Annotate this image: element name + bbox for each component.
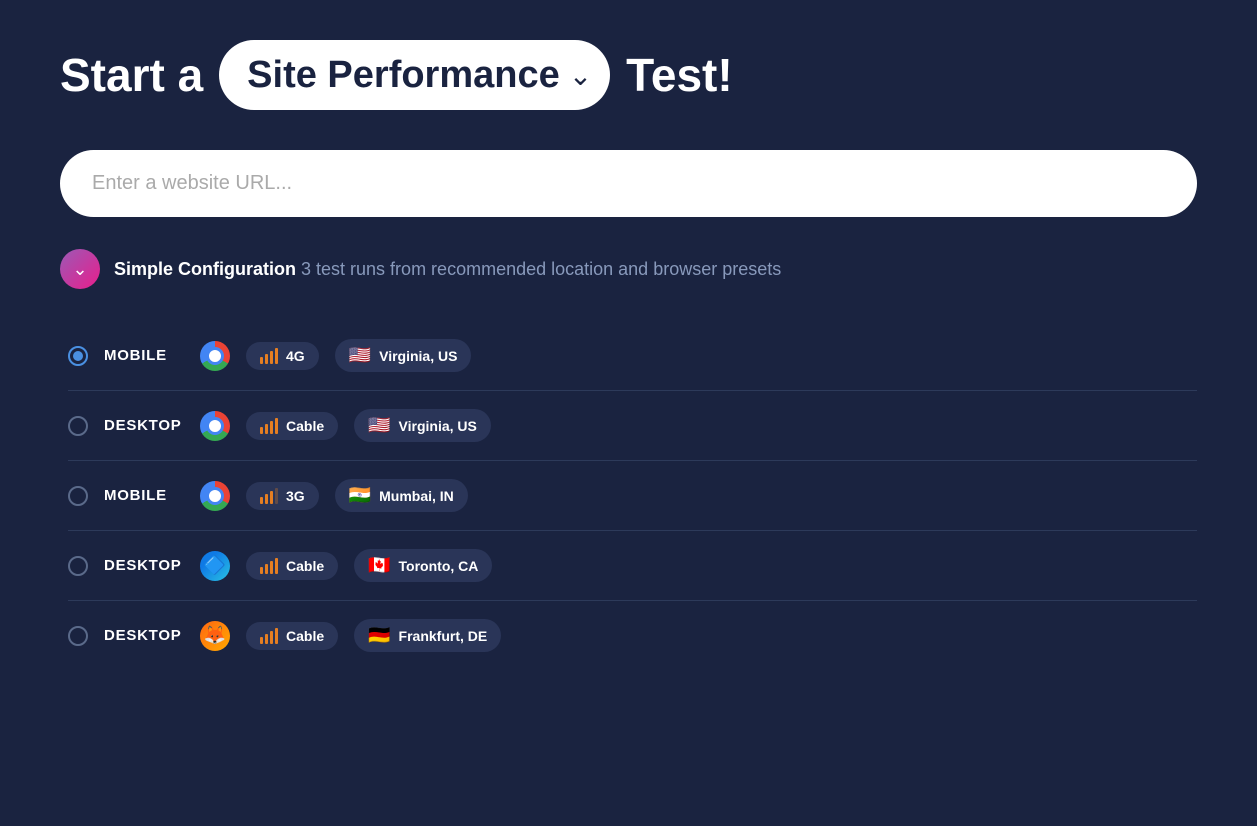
location-label-4: Toronto, CA	[399, 558, 479, 574]
simple-config-sub-text: 3 test runs from recommended location an…	[301, 259, 781, 279]
location-badge-4: 🇨🇦 Toronto, CA	[354, 549, 492, 582]
connection-label-5: Cable	[286, 628, 324, 644]
connection-label-2: Cable	[286, 418, 324, 434]
flag-icon-3: 🇮🇳	[349, 485, 371, 506]
test-type-dropdown-wrapper[interactable]: Site PerformanceTracerouteDNS LookupPing…	[219, 40, 610, 110]
signal-icon	[260, 348, 278, 364]
radio-button-4[interactable]	[68, 556, 88, 576]
location-label-1: Virginia, US	[379, 348, 457, 364]
page-header: Start a Site PerformanceTracerouteDNS Lo…	[60, 40, 1197, 110]
location-badge-3: 🇮🇳 Mumbai, IN	[335, 479, 468, 512]
location-label-3: Mumbai, IN	[379, 488, 454, 504]
signal-icon	[260, 628, 278, 644]
expand-button[interactable]: ⌄	[60, 249, 100, 289]
device-label-2: DESKTOP	[104, 417, 184, 434]
header-suffix: Test!	[626, 48, 733, 102]
flag-icon-1: 🇺🇸	[349, 345, 371, 366]
flag-icon-2: 🇺🇸	[368, 415, 390, 436]
chrome-icon	[200, 481, 230, 511]
header-prefix: Start a	[60, 48, 203, 102]
radio-button-1[interactable]	[68, 346, 88, 366]
signal-icon	[260, 488, 278, 504]
test-rows-container: MOBILE 4G 🇺🇸 Virginia, US DESKTOP Cable …	[60, 321, 1197, 670]
edge-icon: 🔷	[200, 551, 230, 581]
radio-button-2[interactable]	[68, 416, 88, 436]
connection-badge-1: 4G	[246, 342, 319, 370]
connection-label-1: 4G	[286, 348, 305, 364]
chevron-down-icon: ⌄	[72, 260, 87, 278]
device-label-3: MOBILE	[104, 487, 184, 504]
connection-badge-2: Cable	[246, 412, 338, 440]
signal-icon	[260, 558, 278, 574]
connection-badge-5: Cable	[246, 622, 338, 650]
flag-icon-4: 🇨🇦	[368, 555, 390, 576]
simple-config-bold: Simple Configuration	[114, 259, 296, 279]
chrome-icon	[200, 411, 230, 441]
location-label-2: Virginia, US	[399, 418, 477, 434]
location-badge-5: 🇩🇪 Frankfurt, DE	[354, 619, 501, 652]
location-label-5: Frankfurt, DE	[399, 628, 488, 644]
connection-label-4: Cable	[286, 558, 324, 574]
connection-badge-3: 3G	[246, 482, 319, 510]
chrome-icon	[200, 341, 230, 371]
simple-config-label: Simple Configuration 3 test runs from re…	[114, 259, 781, 280]
firefox-icon: 🦊	[200, 621, 230, 651]
test-row[interactable]: DESKTOP 🔷 Cable 🇨🇦 Toronto, CA	[68, 531, 1197, 601]
url-input[interactable]	[60, 150, 1197, 217]
test-row[interactable]: MOBILE 3G 🇮🇳 Mumbai, IN	[68, 461, 1197, 531]
url-input-wrapper	[60, 150, 1197, 217]
radio-button-5[interactable]	[68, 626, 88, 646]
radio-button-3[interactable]	[68, 486, 88, 506]
device-label-4: DESKTOP	[104, 557, 184, 574]
test-row[interactable]: DESKTOP 🦊 Cable 🇩🇪 Frankfurt, DE	[68, 601, 1197, 670]
test-type-dropdown[interactable]: Site PerformanceTracerouteDNS LookupPing	[219, 40, 610, 110]
test-row[interactable]: DESKTOP Cable 🇺🇸 Virginia, US	[68, 391, 1197, 461]
connection-badge-4: Cable	[246, 552, 338, 580]
connection-label-3: 3G	[286, 488, 305, 504]
simple-config-row: ⌄ Simple Configuration 3 test runs from …	[60, 249, 1197, 289]
device-label-5: DESKTOP	[104, 627, 184, 644]
device-label-1: MOBILE	[104, 347, 184, 364]
flag-icon-5: 🇩🇪	[368, 625, 390, 646]
signal-icon	[260, 418, 278, 434]
location-badge-1: 🇺🇸 Virginia, US	[335, 339, 472, 372]
location-badge-2: 🇺🇸 Virginia, US	[354, 409, 491, 442]
test-row[interactable]: MOBILE 4G 🇺🇸 Virginia, US	[68, 321, 1197, 391]
